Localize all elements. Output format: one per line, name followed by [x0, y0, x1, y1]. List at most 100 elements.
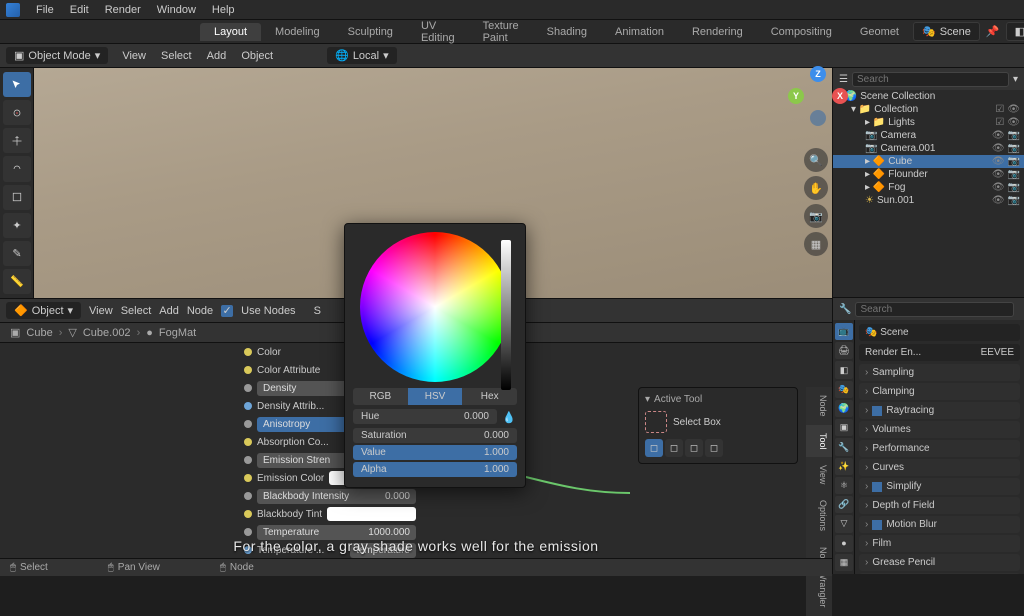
- tab-compositing[interactable]: Compositing: [757, 23, 846, 41]
- tab-modeling[interactable]: Modeling: [261, 23, 334, 41]
- menu-render[interactable]: Render: [97, 2, 149, 18]
- vp-menu-view[interactable]: View: [116, 48, 152, 64]
- select-mode-new[interactable]: ◻: [645, 439, 663, 457]
- acc-film[interactable]: ›Film: [859, 535, 1020, 552]
- node-menu-select[interactable]: Select: [121, 305, 152, 317]
- tool-move[interactable]: [3, 128, 31, 153]
- acc-greasepencil[interactable]: ›Grease Pencil: [859, 554, 1020, 571]
- scene-datablock[interactable]: 🎭 Scene: [859, 324, 1020, 341]
- ptab-material[interactable]: ●: [835, 535, 853, 552]
- alpha-row[interactable]: Alpha1.000: [353, 462, 517, 477]
- ptab-scene[interactable]: 🎭: [835, 381, 853, 398]
- ptab-mesh[interactable]: ▽: [835, 515, 853, 532]
- node-menu-add[interactable]: Add: [159, 305, 179, 317]
- acc-motionblur[interactable]: ›Motion Blur: [859, 516, 1020, 533]
- acc-dof[interactable]: ›Depth of Field: [859, 497, 1020, 514]
- use-nodes-checkbox[interactable]: ✓: [221, 305, 233, 317]
- gizmo-z-axis[interactable]: Z: [810, 66, 826, 82]
- tab-uvediting[interactable]: UV Editing: [407, 17, 469, 47]
- vp-menu-add[interactable]: Add: [201, 48, 233, 64]
- checkbox-icon[interactable]: ☑: [995, 104, 1004, 115]
- ptab-world[interactable]: 🌍: [835, 400, 853, 417]
- acc-sampling[interactable]: ›Sampling: [859, 364, 1020, 381]
- eyedropper-icon[interactable]: 💧: [501, 410, 517, 426]
- ol-item-collection[interactable]: ▾ 📁Collection☑👁: [833, 103, 1024, 116]
- eye-icon[interactable]: 👁: [1007, 104, 1020, 115]
- select-mode-ext[interactable]: ◻: [665, 439, 683, 457]
- ptab-particle[interactable]: ✨: [835, 458, 853, 475]
- local-view[interactable]: 🌐 Local ▾: [327, 47, 397, 64]
- value-row[interactable]: Value1.000: [353, 445, 517, 460]
- mode-selector[interactable]: ▣ Object Mode ▾: [6, 47, 108, 64]
- node-menu-node[interactable]: Node: [187, 305, 213, 317]
- filter-icon[interactable]: ▾: [1013, 74, 1018, 85]
- pin-icon[interactable]: 📌: [986, 25, 1000, 38]
- gizmo-y-axis[interactable]: Y: [788, 88, 804, 104]
- node-mode[interactable]: 🔶Object▾: [6, 302, 81, 319]
- acc-freestyle[interactable]: ›Freestyle: [859, 573, 1020, 574]
- node-menu-view[interactable]: View: [89, 305, 113, 317]
- acc-raytracing[interactable]: ›Raytracing: [859, 402, 1020, 419]
- tab-rendering[interactable]: Rendering: [678, 23, 757, 41]
- acc-volumes[interactable]: ›Volumes: [859, 421, 1020, 438]
- tab-animation[interactable]: Animation: [601, 23, 678, 41]
- blackbody-swatch[interactable]: [327, 507, 416, 521]
- select-mode-sub[interactable]: ◻: [685, 439, 703, 457]
- ntab-tool[interactable]: Tool: [806, 425, 832, 458]
- ol-item-fog[interactable]: ▸ 🔶Fog👁📷: [833, 181, 1024, 194]
- viewlayer-selector[interactable]: ◧ ViewLayer: [1006, 22, 1024, 41]
- select-mode-int[interactable]: ◻: [705, 439, 723, 457]
- scene-selector[interactable]: 🎭 Scene: [913, 22, 980, 41]
- tab-layout[interactable]: Layout: [200, 23, 261, 41]
- saturation-row[interactable]: Saturation0.000: [353, 428, 517, 443]
- ptab-physics[interactable]: ⚛: [835, 477, 853, 494]
- node-canvas[interactable]: Color Color Attribute Density Density At…: [0, 343, 832, 558]
- ol-item-flounder[interactable]: ▸ 🔶Flounder👁📷: [833, 168, 1024, 181]
- hue-value[interactable]: 0.000: [464, 411, 489, 422]
- tab-geomet[interactable]: Geomet: [846, 23, 913, 41]
- cp-tab-rgb[interactable]: RGB: [353, 388, 408, 405]
- camera-view-icon[interactable]: 📷: [804, 204, 828, 228]
- ol-item-camera001[interactable]: 📷Camera.001👁📷: [833, 142, 1024, 155]
- hand-icon[interactable]: ✋: [804, 176, 828, 200]
- zoom-icon[interactable]: 🔍: [804, 148, 828, 172]
- gizmo-neg-axis[interactable]: [810, 110, 826, 126]
- ntab-options[interactable]: Options: [806, 492, 832, 539]
- ptab-object[interactable]: ▣: [835, 419, 853, 436]
- render-engine-select[interactable]: Render En...EEVEE: [859, 344, 1020, 361]
- menu-help[interactable]: Help: [204, 2, 243, 18]
- color-wheel[interactable]: [360, 232, 510, 382]
- ptab-modifier[interactable]: 🔧: [835, 438, 853, 455]
- ol-item-cube[interactable]: ▸ 🔶Cube👁📷: [833, 155, 1024, 168]
- tool-select-box[interactable]: [3, 72, 31, 97]
- cp-tab-hex[interactable]: Hex: [462, 388, 517, 405]
- outliner-root[interactable]: ▾ 🌍Scene Collection: [833, 90, 1024, 103]
- ntab-node[interactable]: Node: [806, 387, 832, 425]
- ptab-texture[interactable]: ▦: [835, 554, 853, 571]
- tool-scale[interactable]: [3, 185, 31, 210]
- tool-measure[interactable]: 📏: [3, 269, 31, 294]
- outliner-search[interactable]: [852, 72, 1009, 87]
- tab-sculpting[interactable]: Sculpting: [334, 23, 407, 41]
- ptab-viewlayer[interactable]: ◧: [835, 361, 853, 378]
- vp-menu-select[interactable]: Select: [155, 48, 198, 64]
- grid-icon[interactable]: ▦: [804, 232, 828, 256]
- ptab-constraint[interactable]: 🔗: [835, 496, 853, 513]
- chevron-down-icon[interactable]: ▾: [645, 394, 650, 405]
- tool-rotate[interactable]: [3, 156, 31, 181]
- acc-performance[interactable]: ›Performance: [859, 440, 1020, 457]
- ptab-output[interactable]: 🖨: [835, 342, 853, 359]
- cp-tab-hsv[interactable]: HSV: [408, 388, 463, 405]
- tab-shading[interactable]: Shading: [533, 23, 601, 41]
- ol-item-lights[interactable]: ▸ 📁Lights☑👁: [833, 116, 1024, 129]
- ptab-render[interactable]: 📺: [835, 323, 853, 340]
- tool-transform[interactable]: ✦: [3, 213, 31, 238]
- menu-file[interactable]: File: [28, 2, 62, 18]
- gizmo-x-axis[interactable]: X: [832, 88, 848, 104]
- acc-clamping[interactable]: ›Clamping: [859, 383, 1020, 400]
- acc-curves[interactable]: ›Curves: [859, 459, 1020, 476]
- tool-cursor[interactable]: [3, 100, 31, 125]
- menu-edit[interactable]: Edit: [62, 2, 97, 18]
- tab-texturepaint[interactable]: Texture Paint: [469, 17, 533, 47]
- ntab-view[interactable]: View: [806, 457, 832, 492]
